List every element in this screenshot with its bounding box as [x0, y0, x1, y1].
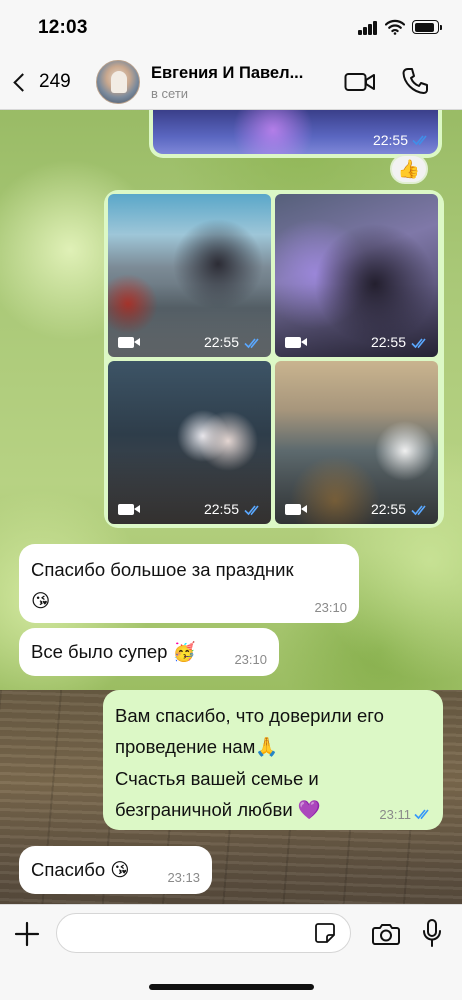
unread-count: 249	[39, 71, 71, 92]
media-grid-message: 22:55 22:55 22:55 22:55	[104, 190, 444, 528]
video-camera-icon	[118, 504, 140, 515]
video-thumbnail[interactable]: 22:55	[275, 361, 438, 524]
outgoing-message[interactable]: Вам спасибо, что доверили его проведение…	[103, 690, 443, 830]
home-indicator	[149, 984, 314, 990]
read-ticks-icon	[412, 135, 427, 146]
video-thumbnail[interactable]: 22:55	[153, 110, 438, 154]
video-camera-icon	[285, 504, 307, 515]
status-time: 12:03	[38, 17, 88, 38]
battery-icon	[412, 20, 442, 34]
incoming-message[interactable]: Спасибо 😘 23:13	[19, 846, 212, 894]
video-thumbnail[interactable]: 22:55	[108, 194, 271, 357]
kiss-emoji: 😘	[110, 860, 130, 881]
cellular-signal-icon	[358, 21, 378, 35]
chevron-left-icon	[13, 72, 32, 92]
chat-header: 249 Евгения И Павел... в сети	[0, 54, 462, 110]
message-input[interactable]	[56, 913, 351, 953]
composer-bar	[0, 904, 462, 1000]
contact-name: Евгения И Павел...	[151, 64, 304, 82]
wifi-icon	[385, 19, 405, 35]
read-ticks-icon	[244, 338, 259, 349]
message-time: 22:55	[203, 334, 239, 350]
phone-call-icon[interactable]	[401, 66, 429, 96]
thumbs-up-emoji: 👍	[397, 159, 421, 180]
message-time: 22:55	[372, 132, 408, 148]
folded-hands-emoji: 🙏	[255, 737, 279, 758]
video-thumbnail[interactable]: 22:55	[108, 361, 271, 524]
incoming-message[interactable]: Все было супер 🥳 23:10	[19, 628, 279, 676]
read-ticks-icon	[411, 505, 426, 516]
plus-icon[interactable]	[14, 921, 40, 947]
back-button[interactable]: 249	[8, 66, 78, 98]
message-time: 23:10	[234, 652, 267, 667]
video-camera-icon	[118, 337, 140, 348]
media-message-partial[interactable]: 22:55	[149, 110, 442, 158]
message-time: 23:13	[167, 870, 200, 885]
camera-icon[interactable]	[372, 922, 400, 946]
microphone-icon[interactable]	[422, 918, 442, 948]
video-call-icon[interactable]	[344, 70, 376, 94]
status-bar: 12:03	[0, 0, 462, 54]
message-text: Спасибо большое за праздник 😘	[31, 559, 294, 612]
message-time: 22:55	[203, 501, 239, 517]
message-time: 22:55	[370, 334, 406, 350]
read-ticks-icon	[411, 338, 426, 349]
message-time: 22:55	[370, 501, 406, 517]
incoming-message[interactable]: Спасибо большое за праздник 😘 23:10	[19, 544, 359, 623]
contact-status: в сети	[151, 86, 189, 101]
message-time: 23:10	[314, 600, 347, 615]
read-ticks-icon	[244, 505, 259, 516]
purple-heart-emoji: 💜	[297, 800, 321, 821]
reaction-badge[interactable]: 👍	[390, 154, 428, 184]
contact-avatar[interactable]	[96, 60, 140, 104]
read-ticks-icon	[414, 809, 429, 820]
video-camera-icon	[285, 337, 307, 348]
message-text: Все было супер 🥳	[31, 641, 196, 663]
message-time: 23:11	[379, 807, 411, 822]
contact-info[interactable]: Евгения И Павел... в сети	[151, 64, 331, 101]
party-face-emoji: 🥳	[172, 642, 196, 663]
video-thumbnail[interactable]: 22:55	[275, 194, 438, 357]
sticker-icon[interactable]	[314, 922, 336, 944]
kiss-emoji: 😘	[31, 591, 51, 612]
